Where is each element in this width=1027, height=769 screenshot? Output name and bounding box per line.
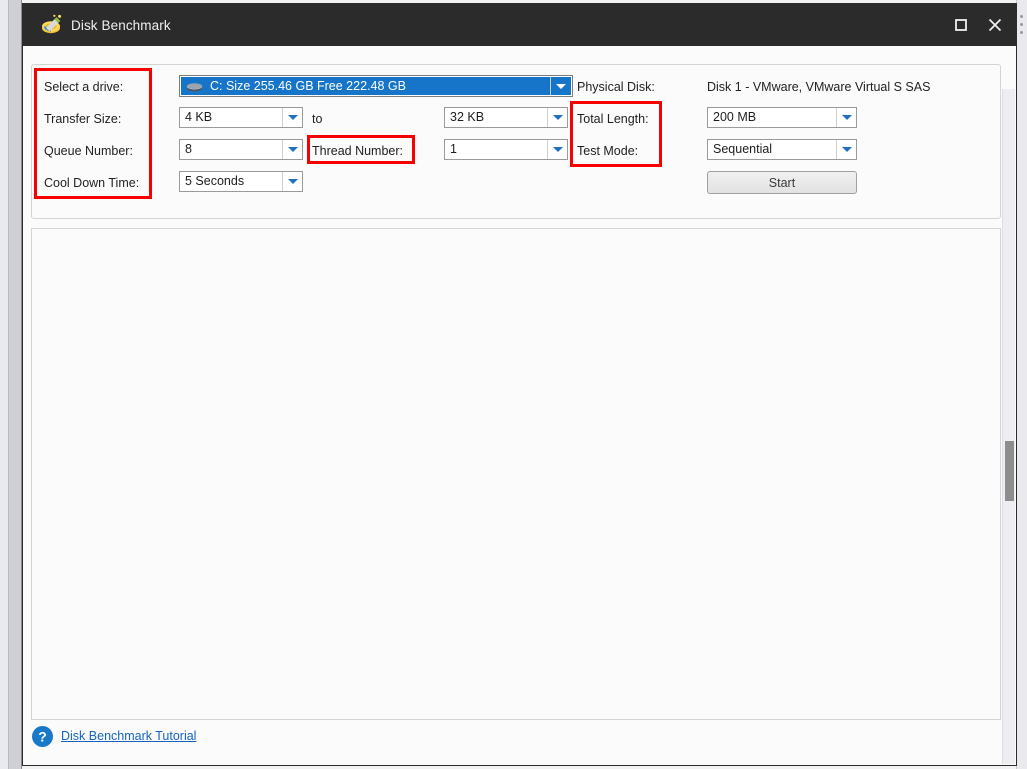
label-transfer-size: Transfer Size: [44, 112, 122, 126]
transfer-size-to-combobox[interactable]: 32 KB [444, 107, 568, 128]
window-right-edge-strip [1016, 0, 1027, 769]
close-button[interactable] [978, 4, 1012, 46]
window-title: Disk Benchmark [71, 18, 171, 33]
label-physical-disk: Physical Disk: [577, 80, 655, 94]
test-mode-chevron-down-icon[interactable] [836, 140, 856, 159]
label-queue-number: Queue Number: [44, 144, 133, 158]
cool-down-time-value: 5 Seconds [185, 174, 245, 188]
thread-number-combobox[interactable]: 1 [444, 139, 568, 160]
test-mode-value: Sequential [713, 142, 773, 156]
transfer-size-from-combobox[interactable]: 4 KB [179, 107, 303, 128]
disk-benchmark-window: Disk Benchmark Select a drive: Transfer … [22, 3, 1023, 766]
footer-bar: ? Disk Benchmark Tutorial [23, 719, 1016, 765]
cool-down-time-chevron-down-icon[interactable] [282, 172, 302, 191]
label-test-mode: Test Mode: [577, 144, 639, 158]
transfer-size-from-chevron-down-icon[interactable] [282, 108, 302, 127]
drive-select-value: C: Size 255.46 GB Free 222.48 GB [210, 79, 406, 93]
drive-select-combobox[interactable]: C: Size 255.46 GB Free 222.48 GB [179, 75, 573, 97]
label-to: to [312, 112, 323, 126]
titlebar-overflow-menu-icon[interactable] [1020, 15, 1024, 39]
total-length-chevron-down-icon[interactable] [836, 108, 856, 127]
vertical-scrollbar[interactable] [1002, 89, 1015, 764]
transfer-size-to-chevron-down-icon[interactable] [547, 108, 567, 127]
total-length-value: 200 MB [713, 110, 757, 124]
window-left-edge-strip-inner [9, 0, 22, 769]
label-total-length: Total Length: [577, 112, 649, 126]
hard-disk-icon [186, 82, 203, 91]
start-button[interactable]: Start [707, 171, 857, 194]
vertical-scrollbar-thumb[interactable] [1005, 441, 1014, 501]
maximize-button[interactable] [944, 4, 978, 46]
cool-down-time-combobox[interactable]: 5 Seconds [179, 171, 303, 192]
total-length-combobox[interactable]: 200 MB [707, 107, 857, 128]
transfer-size-to-value: 32 KB [450, 110, 485, 124]
thread-number-value: 1 [450, 142, 457, 156]
benchmark-results-panel [31, 228, 1001, 720]
disk-benchmark-tutorial-link[interactable]: Disk Benchmark Tutorial [61, 729, 196, 743]
disk-wand-icon [41, 14, 63, 36]
title-bar: Disk Benchmark [23, 4, 1023, 46]
thread-number-chevron-down-icon[interactable] [547, 140, 567, 159]
drive-select-chevron-down-icon[interactable] [550, 77, 571, 95]
transfer-size-from-value: 4 KB [185, 110, 213, 124]
label-cool-down-time: Cool Down Time: [44, 176, 140, 190]
physical-disk-value: Disk 1 - VMware, VMware Virtual S SAS [707, 80, 931, 94]
drive-select-value-area: C: Size 255.46 GB Free 222.48 GB [181, 77, 550, 95]
window-client-area: Select a drive: Transfer Size: Queue Num… [23, 46, 1016, 765]
test-mode-combobox[interactable]: Sequential [707, 139, 857, 160]
queue-number-combobox[interactable]: 8 [179, 139, 303, 160]
window-left-edge-strip [0, 0, 9, 769]
svg-text:?: ? [38, 728, 47, 744]
benchmark-settings-panel: Select a drive: Transfer Size: Queue Num… [31, 64, 1001, 219]
label-select-drive: Select a drive: [44, 80, 124, 94]
question-mark-icon[interactable]: ? [32, 726, 53, 747]
label-thread-number: Thread Number: [312, 144, 404, 158]
queue-number-value: 8 [185, 142, 192, 156]
desktop-background: Disk Benchmark Select a drive: Transfer … [0, 0, 1027, 769]
queue-number-chevron-down-icon[interactable] [282, 140, 302, 159]
